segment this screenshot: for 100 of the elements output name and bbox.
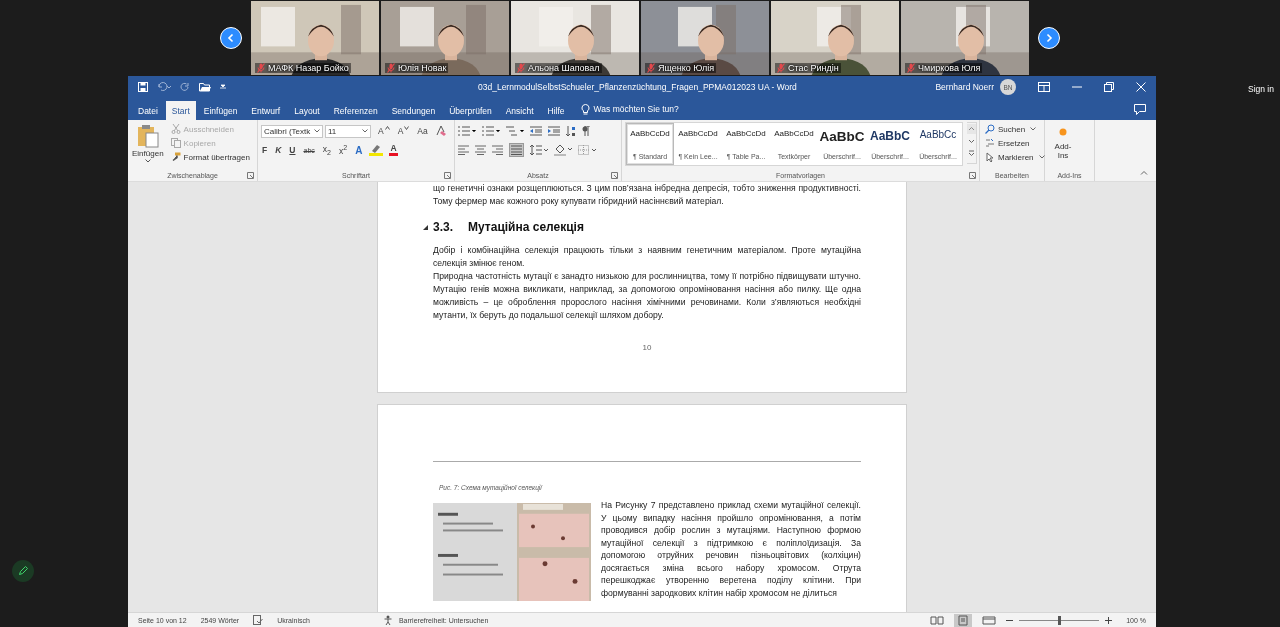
video-tile[interactable]: МАФК Назар Бойко xyxy=(251,1,379,75)
page-number: 10 xyxy=(642,343,652,352)
video-tile[interactable]: Юлія Новак xyxy=(381,1,509,75)
muted-microphone-icon xyxy=(387,63,395,73)
line-spacing-icon[interactable] xyxy=(530,145,548,155)
paintbrush-icon xyxy=(170,152,181,162)
shrink-font-button[interactable]: A xyxy=(396,126,411,136)
sign-in-link[interactable]: Sign in xyxy=(1248,84,1274,96)
undo-icon[interactable] xyxy=(157,82,171,92)
chevron-right-icon xyxy=(1044,33,1054,43)
justify-icon[interactable] xyxy=(509,143,524,157)
save-icon[interactable] xyxy=(138,82,148,92)
ribbon-tab[interactable]: Ansicht xyxy=(499,101,540,120)
video-tile[interactable]: Ященко Юлія xyxy=(641,1,769,75)
tell-me-field[interactable]: Was möchten Sie tun? xyxy=(593,104,679,114)
dialog-launcher-icon[interactable] xyxy=(969,171,976,179)
script-button[interactable]: x$_{2}$ xyxy=(321,143,332,157)
grow-font-button[interactable]: A xyxy=(377,126,391,136)
decrease-indent-icon[interactable] xyxy=(530,126,542,136)
ribbon-display-icon[interactable] xyxy=(1038,82,1050,92)
caret-icon[interactable] xyxy=(220,84,226,90)
copy-icon xyxy=(170,138,181,148)
annotate-button[interactable] xyxy=(12,560,34,582)
numbered-list-icon[interactable] xyxy=(482,126,500,136)
web-layout-icon[interactable] xyxy=(980,613,999,627)
user-name[interactable]: Bernhard Noerr xyxy=(935,82,994,92)
clipboard-icon xyxy=(136,124,159,148)
redo-icon[interactable] xyxy=(180,82,190,92)
align-center-icon[interactable] xyxy=(475,145,486,155)
read-mode-icon[interactable] xyxy=(928,613,947,627)
comment-icon[interactable] xyxy=(1134,103,1146,115)
select-button[interactable]: Markieren xyxy=(983,151,1047,163)
participant-name: Чмиркова Юля xyxy=(918,63,981,73)
add-ins-button[interactable]: Add-Ins xyxy=(1048,122,1078,169)
clear-formatting-icon[interactable] xyxy=(434,125,447,137)
ribbon-tab[interactable]: Layout xyxy=(288,101,326,120)
multilevel-list-icon[interactable] xyxy=(506,126,524,136)
next-button[interactable] xyxy=(1038,27,1060,49)
participant-name: Стас Риндін xyxy=(788,63,839,73)
participant-name: Ященко Юлія xyxy=(658,63,715,73)
paste-button[interactable]: Einfügen xyxy=(131,122,165,169)
search-icon xyxy=(985,124,995,134)
ribbon-tab[interactable]: Entwurf xyxy=(245,101,287,120)
font-family-field[interactable]: Calibri (Textk xyxy=(261,124,323,138)
text-effects-button[interactable]: A xyxy=(354,144,364,156)
underline-button[interactable]: U xyxy=(288,145,297,155)
close-icon[interactable] xyxy=(1136,82,1146,92)
ribbon-tab[interactable]: Start xyxy=(165,101,196,120)
window-title: 03d_LernmodulSelbstSchueler_Pflanzenzüchtung_Fragen_PPMA012023 UA - Word xyxy=(478,82,798,92)
bullet-list-icon[interactable] xyxy=(458,126,476,136)
participant-name: МАФК Назар Бойко xyxy=(268,63,349,73)
align-left-icon[interactable] xyxy=(458,145,469,155)
find-button[interactable]: Suchen xyxy=(983,123,1039,135)
align-right-icon[interactable] xyxy=(492,145,503,155)
more-styles-icon[interactable] xyxy=(967,148,976,158)
format-painter-button[interactable]: Format übertragen xyxy=(168,151,252,163)
previous-button[interactable] xyxy=(220,27,242,49)
change-case-button[interactable]: Aa xyxy=(416,126,429,136)
shading-icon[interactable] xyxy=(554,144,572,156)
scroll-up-icon[interactable] xyxy=(967,124,976,134)
video-tile[interactable]: Чмиркова Юля xyxy=(901,1,1029,75)
print-layout-icon[interactable] xyxy=(954,613,973,627)
accessibility-icon[interactable] xyxy=(383,615,395,625)
ribbon-tab[interactable]: Überprüfen xyxy=(443,101,498,120)
participant-name: Юлія Новак xyxy=(398,63,447,73)
video-tile[interactable]: Стас Риндін xyxy=(771,1,899,75)
ribbon-tab[interactable]: Hilfe xyxy=(541,101,571,120)
replace-button[interactable]: Ersetzen xyxy=(983,137,1032,149)
dialog-launcher-icon[interactable] xyxy=(611,171,618,179)
borders-icon[interactable] xyxy=(578,145,596,155)
ribbon-tab[interactable]: Sendungen xyxy=(385,101,442,120)
caret-icon xyxy=(362,129,368,133)
script-button[interactable]: x$^{2}$ xyxy=(337,144,349,156)
proofing-icon[interactable] xyxy=(253,615,264,625)
caret-icon xyxy=(314,129,320,133)
dialog-launcher-icon[interactable] xyxy=(247,171,254,179)
muted-microphone-icon xyxy=(777,63,785,73)
dialog-launcher-icon[interactable] xyxy=(444,171,451,179)
ribbon-tab[interactable]: Einfügen xyxy=(197,101,244,120)
ribbon-tab[interactable]: Datei xyxy=(132,101,164,120)
zoom-in-icon[interactable] xyxy=(1105,616,1113,624)
font-size-field[interactable]: 11 xyxy=(325,124,371,138)
folder-icon[interactable] xyxy=(199,82,211,92)
italic-button[interactable]: K xyxy=(274,145,283,155)
bold-button[interactable]: F xyxy=(261,145,269,155)
caret-icon xyxy=(144,159,151,163)
paragraph: Природна частотність мутації є занадто низькою для рослинництва, тому її потрібно підвищувати штучно. Мутацію генів можна викликати, наприклад, за допомогою опромінювання насіння або пилку. Ще одна можливість – це оброблення пророслого насіння хімічними речовинами. Коли з’являються необхідні мутанти, їх беруть до подальшої селекції шляхом добору. xyxy=(433,270,861,322)
caret-icon xyxy=(1030,127,1037,131)
video-tile[interactable]: Альона Шаповал xyxy=(511,1,639,75)
restore-icon[interactable] xyxy=(1104,82,1114,92)
highlighter-icon[interactable] xyxy=(369,144,384,156)
ribbon-tab[interactable]: Referenzen xyxy=(327,101,384,120)
pilcrow-icon[interactable] xyxy=(582,126,590,136)
increase-indent-icon[interactable] xyxy=(548,126,560,136)
participant-name: Альона Шаповал xyxy=(528,63,600,73)
collapse-triangle-icon[interactable] xyxy=(423,224,428,230)
muted-microphone-icon xyxy=(517,63,525,73)
sort-icon[interactable] xyxy=(566,125,576,137)
font-color-button[interactable]: A xyxy=(389,144,398,156)
heading-number: 3.3. xyxy=(433,220,453,234)
